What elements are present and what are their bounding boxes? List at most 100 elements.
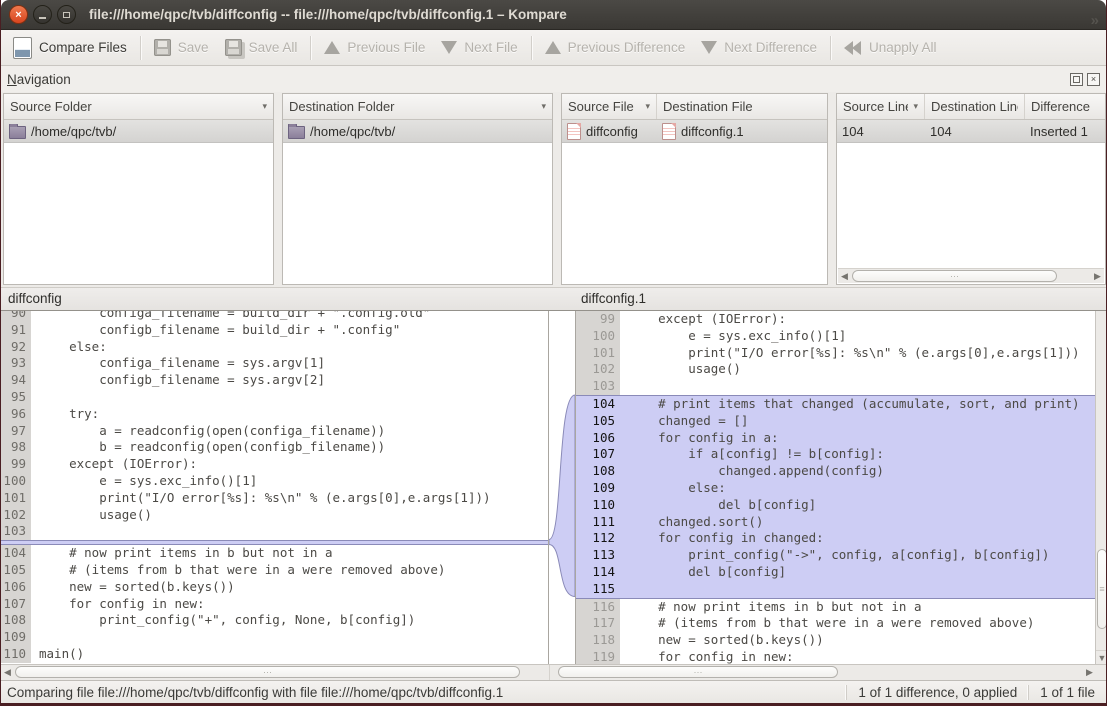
- code-text: changed = []: [620, 413, 1095, 430]
- save-all-button[interactable]: Save All: [217, 33, 306, 63]
- next-difference-button[interactable]: Next Difference: [693, 33, 825, 63]
- vertical-scrollbar[interactable]: ≡ ▼: [1095, 311, 1106, 664]
- line-number: 104: [576, 396, 620, 413]
- column-label: Difference: [1031, 99, 1090, 114]
- column-header-destination-line[interactable]: Destination Line: [925, 94, 1025, 119]
- line-number: 90: [1, 311, 31, 322]
- code-line: 102 usage(): [1, 507, 548, 524]
- diff-highlight-line[interactable]: 105 changed = []: [576, 413, 1095, 430]
- nav-cell: diffconfig.1: [657, 123, 827, 140]
- destination-pane[interactable]: 99 except (IOError):100 e = sys.exc_info…: [575, 311, 1095, 664]
- diff-highlight-line[interactable]: 112 for config in changed:: [576, 530, 1095, 547]
- line-number: 99: [1, 456, 31, 473]
- code-text: for config in new:: [620, 649, 1095, 664]
- nav-row-lines[interactable]: 104104Inserted 1: [837, 120, 1105, 143]
- destination-horizontal-scrollbar[interactable]: ⋯ ▶: [549, 665, 1096, 680]
- code-text: del b[config]: [620, 564, 1095, 581]
- maximize-button[interactable]: [57, 5, 76, 24]
- difference-connector[interactable]: [549, 311, 575, 664]
- toolbar-separator: [140, 36, 141, 60]
- diff-highlight-line[interactable]: 113 print_config("->", config, a[config]…: [576, 547, 1095, 564]
- line-number: 114: [576, 564, 620, 581]
- scroll-right-arrow-icon[interactable]: ▶: [1083, 665, 1096, 680]
- next-file-button[interactable]: Next File: [433, 33, 525, 63]
- column-header-difference[interactable]: Difference: [1025, 94, 1105, 119]
- save-icon: [154, 39, 171, 56]
- save-all-icon: [225, 39, 242, 56]
- scroll-down-arrow-icon[interactable]: ▼: [1096, 650, 1106, 664]
- navigation-panels: Source Folder▾ /home/qpc/tvb/Destination …: [1, 92, 1106, 287]
- down-triangle-icon: [701, 41, 717, 54]
- nav-cell-text: 104: [842, 124, 864, 139]
- scroll-left-arrow-icon[interactable]: ◀: [1, 665, 14, 680]
- code-text: print_config("+", config, None, b[config…: [31, 612, 548, 629]
- nav-cell-text: /home/qpc/tvb/: [310, 124, 395, 139]
- code-text: usage(): [620, 361, 1095, 378]
- diff-highlight-line[interactable]: 108 changed.append(config): [576, 463, 1095, 480]
- code-line: 110main(): [1, 646, 548, 663]
- toolbar-label: Previous File: [347, 40, 425, 55]
- previous-difference-button[interactable]: Previous Difference: [537, 33, 694, 63]
- nav-cell-text: diffconfig: [586, 124, 638, 139]
- diff-highlight-line[interactable]: 107 if a[config] != b[config]:: [576, 446, 1095, 463]
- code-text: e = sys.exc_info()[1]: [620, 328, 1095, 345]
- diff-highlight-line[interactable]: 111 changed.sort(): [576, 514, 1095, 531]
- scroll-right-arrow-icon[interactable]: ▶: [1091, 269, 1104, 283]
- diff-highlight-line[interactable]: 104 # print items that changed (accumula…: [576, 395, 1095, 413]
- source-pane[interactable]: 90 configa_filename = build_dir + ".conf…: [1, 311, 549, 664]
- code-line: 104 # now print items in b but not in a: [1, 545, 548, 562]
- diff-highlight-line[interactable]: 106 for config in a:: [576, 430, 1095, 447]
- line-number: 108: [576, 463, 620, 480]
- close-button[interactable]: ×: [9, 5, 28, 24]
- dock-close-icon[interactable]: ×: [1087, 73, 1100, 86]
- unapply-all-icon: [844, 41, 862, 55]
- column-header-source-file[interactable]: Source File▾: [562, 94, 657, 119]
- code-text: except (IOError):: [31, 456, 548, 473]
- diff-highlight-line[interactable]: 114 del b[config]: [576, 564, 1095, 581]
- column-header-destination-file[interactable]: Destination File: [657, 94, 827, 119]
- column-header-source-line[interactable]: Source Line▾: [837, 94, 925, 119]
- previous-file-button[interactable]: Previous File: [316, 33, 433, 63]
- nav-row-destination-folder[interactable]: /home/qpc/tvb/: [283, 120, 552, 143]
- save-button[interactable]: Save: [146, 33, 217, 63]
- titlebar[interactable]: × file:///home/qpc/tvb/diffconfig -- fil…: [1, 0, 1106, 30]
- nav-cell: 104: [837, 124, 925, 139]
- nav-cell-text: /home/qpc/tvb/: [31, 124, 116, 139]
- nav-cell-text: 104: [930, 124, 952, 139]
- source-hscrollbar-thumb[interactable]: ⋯: [15, 666, 520, 678]
- destination-hscrollbar-thumb[interactable]: ⋯: [558, 666, 838, 678]
- minimize-button[interactable]: [33, 5, 52, 24]
- destination-pane-title: diffconfig.1: [581, 291, 646, 306]
- code-text: configb_filename = build_dir + ".config": [31, 322, 548, 339]
- vertical-scrollbar-thumb[interactable]: ≡: [1097, 549, 1106, 629]
- source-pane-title: diffconfig: [8, 291, 62, 306]
- nav-row-source-folder[interactable]: /home/qpc/tvb/: [4, 120, 273, 143]
- diff-highlight-line[interactable]: 109 else:: [576, 480, 1095, 497]
- code-text: configa_filename = sys.argv[1]: [31, 355, 548, 372]
- compare-files-icon: [13, 37, 32, 59]
- toolbar-overflow-button[interactable]: »: [1091, 12, 1099, 29]
- code-text: try:: [31, 406, 548, 423]
- column-header-source-folder[interactable]: Source Folder▾: [4, 94, 273, 119]
- line-number: 99: [576, 311, 620, 328]
- toolbar-label: Previous Difference: [568, 40, 686, 55]
- diff-highlight-line[interactable]: 110 del b[config]: [576, 497, 1095, 514]
- source-horizontal-scrollbar[interactable]: ◀ ⋯: [1, 665, 549, 680]
- nav-horizontal-scrollbar[interactable]: ◀⋯ ▶: [838, 268, 1104, 283]
- float-icon[interactable]: [1070, 73, 1083, 86]
- nav-row-files[interactable]: diffconfig diffconfig.1: [562, 120, 827, 143]
- code-line: 96 try:: [1, 406, 548, 423]
- nav-hscrollbar-thumb[interactable]: ⋯: [852, 270, 1057, 282]
- compare-files-button[interactable]: Compare Files: [5, 33, 135, 63]
- diff-highlight-line[interactable]: 115: [576, 581, 1095, 599]
- scroll-left-arrow-icon[interactable]: ◀: [838, 269, 851, 283]
- line-number: 110: [1, 646, 31, 663]
- maximize-icon: [63, 12, 70, 18]
- line-number: 100: [576, 328, 620, 345]
- column-header-destination-folder[interactable]: Destination Folder▾: [283, 94, 552, 119]
- code-line: 99 except (IOError):: [1, 456, 548, 473]
- unapply-all-button[interactable]: Unapply All: [836, 33, 945, 63]
- column-label: Destination Line: [931, 99, 1018, 114]
- line-number: 103: [1, 523, 31, 540]
- sort-arrow-icon: ▾: [640, 101, 650, 112]
